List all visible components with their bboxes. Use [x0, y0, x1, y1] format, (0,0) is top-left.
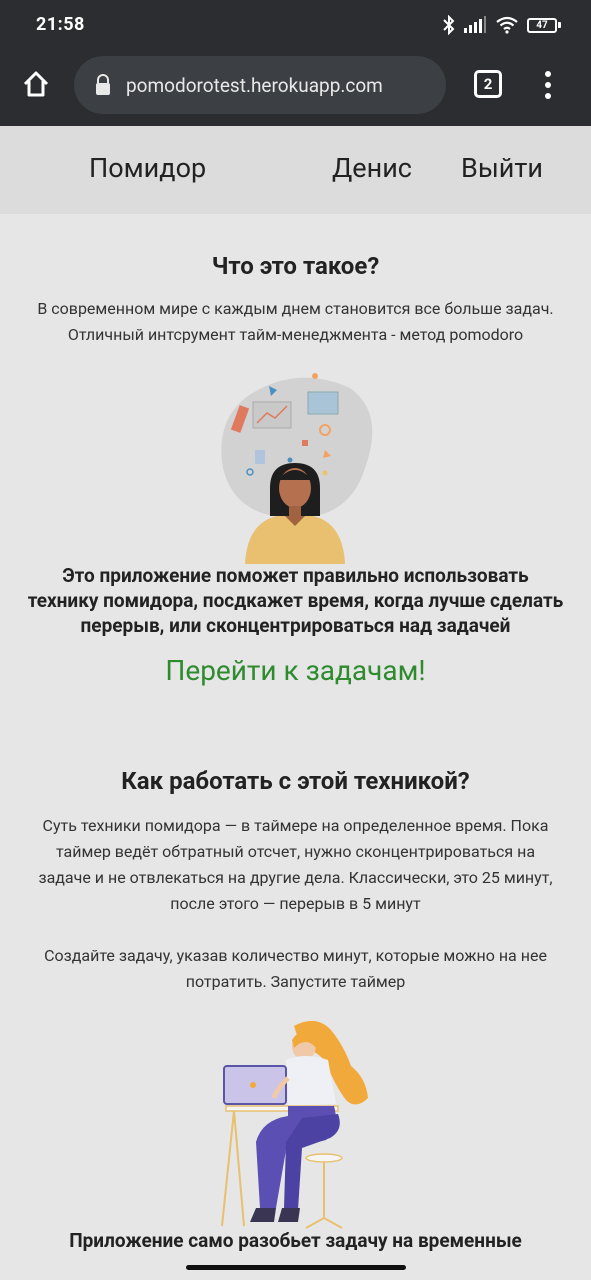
technique-line-2: таймер ведёт обтратный отсчет, нужно ско… [55, 842, 536, 861]
description-line-2: технику помидора, посдкажет время, когда… [27, 589, 564, 612]
technique-line-4: после этого — перерыв в 5 минут [170, 894, 421, 913]
section-title-what-is-it: Что это такое? [211, 252, 380, 280]
battery-level: 47 [527, 17, 557, 33]
home-icon [23, 71, 49, 97]
partial-description: Приложение само разобьет задачу на време… [0, 1228, 591, 1253]
section-how-it-works: Как работать с этой техникой? [0, 767, 591, 795]
user-link[interactable]: Денис [332, 152, 412, 184]
gesture-navigation-bar[interactable] [186, 1265, 406, 1270]
more-options-button[interactable] [540, 68, 556, 102]
logout-link[interactable]: Выйти [461, 152, 543, 184]
technique-line-3: задаче и не отвлекаться на другие дела. … [38, 868, 553, 887]
create-task-line-1: Создайте задачу, указав количество минут… [44, 946, 547, 965]
intro-line-2: Отличный интсрумент тайм-менеджмента - м… [67, 325, 524, 344]
cta-container: Перейти к задачам! [0, 654, 591, 687]
status-icons: 47 [443, 14, 561, 36]
wifi-icon [496, 16, 518, 34]
status-bar: 21:58 47 [0, 0, 591, 50]
go-to-tasks-link[interactable]: Перейти к задачам! [0, 654, 591, 687]
working-woman-illustration [221, 1020, 368, 1229]
description-line-3: перерыв, или сконцентрироваться над зада… [80, 614, 511, 637]
lock-icon [96, 74, 110, 95]
home-button[interactable] [18, 66, 54, 102]
app-description: Это приложение поможет правильно использ… [0, 563, 591, 638]
brand-link[interactable]: Помидор [89, 152, 206, 184]
intro-line-1: В современном мире с каждым днем станови… [37, 299, 554, 318]
site-header: Помидор Денис Выйти [0, 126, 591, 214]
bluetooth-icon [443, 15, 455, 35]
description-line-1: Это приложение поможет правильно использ… [62, 564, 529, 587]
url-text: pomodorotest.herokuapp.com [126, 73, 383, 97]
tab-switcher-button[interactable]: 2 [474, 70, 502, 98]
section-what-is-it: Что это такое? [0, 252, 591, 280]
status-time: 21:58 [36, 14, 85, 35]
section-title-how-it-works: Как работать с этой техникой? [121, 767, 470, 795]
browser-toolbar: pomodorotest.herokuapp.com 2 [0, 50, 591, 126]
address-bar[interactable]: pomodorotest.herokuapp.com [74, 56, 446, 114]
intro-text: В современном мире с каждым днем станови… [0, 296, 591, 348]
signal-icon [464, 16, 486, 33]
technique-text: Суть техники помидора — в таймере на опр… [0, 813, 591, 917]
partial-description-line: Приложение само разобьет задачу на време… [69, 1229, 522, 1252]
create-task-text: Создайте задачу, указав количество минут… [0, 943, 591, 995]
create-task-line-2: потратить. Запустите таймер [185, 972, 406, 991]
technique-line-1: Суть техники помидора — в таймере на опр… [42, 816, 549, 835]
thinking-woman-illustration [221, 373, 373, 564]
battery-icon: 47 [527, 17, 561, 33]
